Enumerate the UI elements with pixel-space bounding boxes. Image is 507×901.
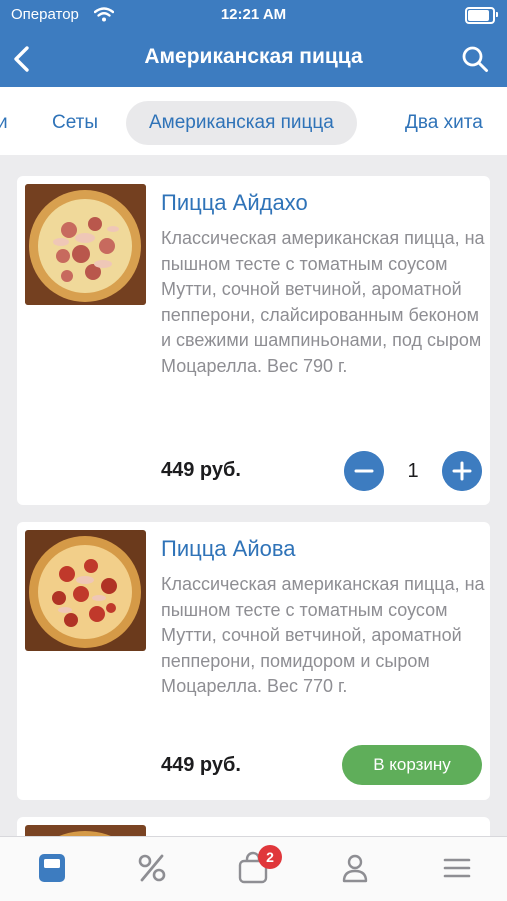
- profile-icon[interactable]: [338, 851, 372, 885]
- product-image[interactable]: [25, 530, 146, 651]
- product-price: 449 руб.: [161, 754, 241, 776]
- tab-american-pizza[interactable]: Американская пицца: [126, 101, 357, 145]
- product-description: Классическая американская пицца, на пышн…: [161, 574, 485, 697]
- add-to-cart-button[interactable]: В корзину: [342, 745, 482, 785]
- search-icon[interactable]: [461, 45, 489, 73]
- battery-icon: [465, 7, 498, 24]
- cart-count-badge: 2: [258, 845, 282, 869]
- menu-icon[interactable]: [35, 851, 69, 885]
- product-name[interactable]: Пицца Айдахо: [161, 190, 308, 216]
- back-chevron-icon[interactable]: [10, 44, 34, 74]
- tab-previous[interactable]: и: [0, 101, 8, 145]
- tab-sets[interactable]: Сеты: [52, 101, 98, 145]
- product-card[interactable]: Пицца Айдахо Классическая американская п…: [17, 176, 490, 505]
- quantity-value: 1: [407, 460, 419, 482]
- tab-two-hits[interactable]: Два хита: [405, 101, 483, 145]
- product-price: 449 руб.: [161, 459, 241, 481]
- bottom-tab-bar: 2: [0, 836, 507, 901]
- hamburger-icon[interactable]: [440, 851, 474, 885]
- decrease-quantity-button[interactable]: [344, 451, 384, 491]
- product-card[interactable]: Пицца Айова Классическая американская пи…: [17, 522, 490, 800]
- product-description: Классическая американская пицца, на пышн…: [161, 228, 485, 376]
- product-image[interactable]: [25, 184, 146, 305]
- clock: 12:21 AM: [220, 6, 287, 23]
- nav-bar: Американская пицца: [0, 30, 507, 87]
- page-title: Американская пицца: [144, 45, 363, 68]
- product-name[interactable]: Пицца Айова: [161, 536, 296, 562]
- status-bar: Оператор 12:21 AM: [0, 0, 507, 30]
- increase-quantity-button[interactable]: [442, 451, 482, 491]
- percent-icon[interactable]: [135, 851, 169, 885]
- category-tabs: и Сеты Американская пицца Два хита: [0, 87, 507, 155]
